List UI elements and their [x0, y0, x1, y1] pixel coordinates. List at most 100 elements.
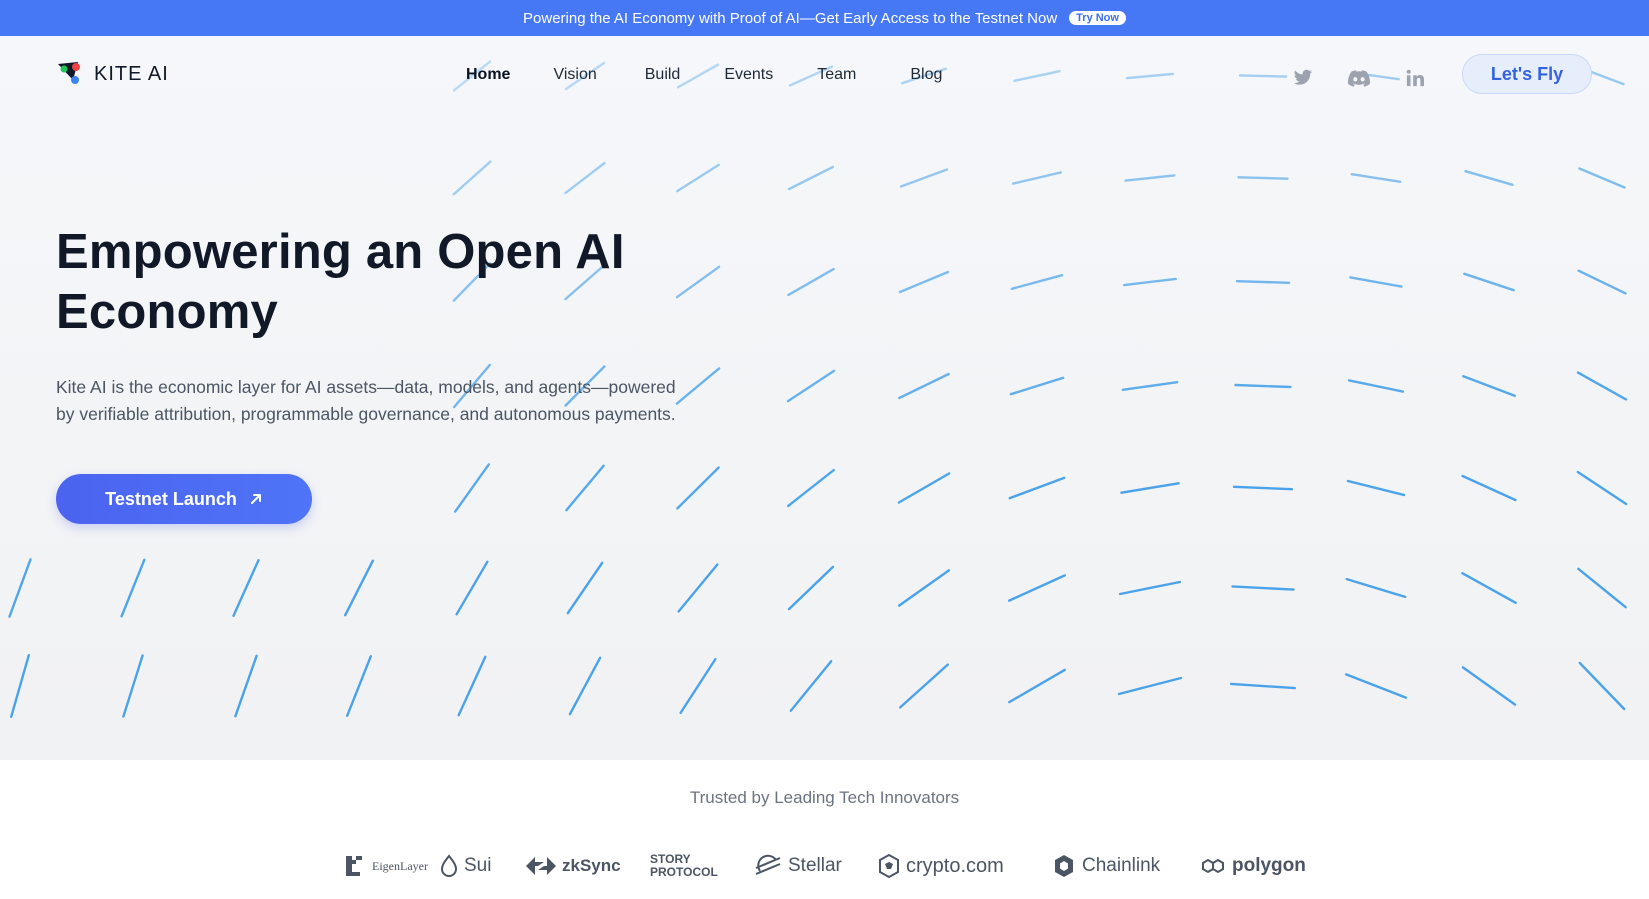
trusted-heading: Trusted by Leading Tech Innovators: [689, 788, 960, 807]
streak-line: [1232, 485, 1294, 491]
logo[interactable]: KITE AI: [56, 60, 169, 88]
social-links: [1288, 63, 1430, 93]
try-now-badge[interactable]: Try Now: [1069, 11, 1126, 25]
partner-polygon-name: polygon: [1232, 855, 1306, 876]
eigenlayer-logo: [346, 856, 362, 876]
streak-line: [1008, 476, 1066, 500]
twitter-icon[interactable]: [1288, 63, 1318, 93]
streak-line: [1461, 474, 1517, 502]
linkedin-icon[interactable]: [1400, 63, 1430, 93]
crypto-com-logo: [879, 854, 899, 878]
streak-line: [1578, 167, 1626, 189]
partner-sui-name: Sui: [464, 855, 492, 876]
streak-line: [789, 660, 833, 712]
streak-line: [457, 655, 487, 717]
testnet-launch-button[interactable]: Testnet Launch: [56, 474, 312, 524]
kite-logo-icon: [58, 62, 80, 84]
nav-events[interactable]: Events: [724, 66, 773, 84]
streak-line: [454, 463, 490, 513]
streak-line: [564, 161, 606, 195]
streak-line: [566, 561, 604, 615]
streak-line: [565, 464, 605, 512]
streak-line: [1237, 176, 1289, 180]
streak-line: [1124, 174, 1176, 182]
streak-line: [1462, 375, 1516, 397]
streak-line: [122, 654, 144, 718]
streak-line: [1235, 279, 1291, 285]
streak-line: [1008, 668, 1066, 704]
streak-line: [787, 565, 835, 611]
streak-line: [234, 654, 258, 718]
streak-line: [1012, 171, 1063, 185]
streak-line: [676, 163, 720, 193]
stellar-logo: [755, 854, 781, 875]
streak-line: [346, 655, 372, 717]
streak-line: [679, 657, 717, 715]
partner-crypto-com[interactable]: crypto.com: [878, 848, 1004, 884]
partner-chainlink[interactable]: Chainlink: [1052, 848, 1160, 884]
hero-title-line-2: Economy: [56, 285, 278, 339]
streak-line: [787, 267, 835, 297]
partner-logos: EigenLayer Sui zkSync STORY PROTOCOL Ste…: [344, 848, 1306, 884]
nav-vision[interactable]: Vision: [553, 66, 596, 84]
streak-line: [1461, 666, 1517, 706]
streak-line: [344, 559, 374, 617]
streak-line: [1461, 572, 1517, 604]
partner-stellar[interactable]: Stellar: [754, 848, 842, 884]
logo-text: KITE AI: [94, 62, 169, 85]
partner-story-protocol-name: STORY PROTOCOL: [650, 852, 718, 879]
streak-line: [786, 369, 836, 403]
hero-title: Empowering an Open AI Economy: [56, 222, 756, 342]
partner-eigenlayer[interactable]: EigenLayer: [344, 848, 428, 884]
streak-line: [120, 558, 146, 618]
streak-line: [1010, 273, 1064, 291]
polygon-logo: [1202, 858, 1224, 874]
nav-build[interactable]: Build: [645, 66, 681, 84]
streak-line: [8, 558, 32, 618]
partner-chainlink-name: Chainlink: [1082, 855, 1161, 876]
sui-logo: [440, 854, 458, 877]
streak-line: [1118, 580, 1182, 596]
hero-title-line-1: Empowering an Open AI: [56, 225, 625, 279]
streak-line: [455, 560, 489, 616]
partner-crypto-com-name: crypto.com: [906, 854, 1004, 877]
streak-line: [9, 654, 30, 718]
streak-line: [1344, 673, 1408, 699]
streak-line: [452, 160, 492, 196]
nav-team[interactable]: Team: [817, 66, 856, 84]
streak-line: [1350, 172, 1402, 184]
main-nav: Home Vision Build Events Team Blog: [466, 66, 942, 84]
hero-description-line-1: Kite AI is the economic layer for AI ass…: [56, 377, 676, 397]
streak-line: [787, 468, 835, 508]
streak-line: [1345, 577, 1407, 599]
hero-description-line-2: by verifiable attribution, programmable …: [56, 404, 676, 424]
arrow-up-right-icon: [250, 494, 261, 504]
streak-line: [677, 563, 719, 613]
hero-description: Kite AI is the economic layer for AI ass…: [56, 374, 756, 428]
streak-line: [787, 165, 835, 191]
streak-line: [1120, 482, 1180, 494]
nav-blog[interactable]: Blog: [910, 66, 942, 84]
streak-line: [1231, 585, 1295, 591]
streak-line: [1009, 376, 1065, 396]
announcement-bar: Powering the AI Economy with Proof of AI…: [0, 0, 1649, 36]
streak-line: [899, 168, 949, 188]
streak-line: [1008, 574, 1067, 602]
partner-polygon[interactable]: polygon: [1200, 848, 1306, 884]
partner-zksync[interactable]: zkSync: [526, 848, 621, 884]
site-header: KITE AI Home Vision Build Events Team Bl…: [0, 36, 1649, 114]
partner-story-protocol[interactable]: STORY PROTOCOL: [650, 848, 730, 884]
streak-line: [1347, 379, 1405, 393]
chainlink-logo: [1055, 855, 1073, 877]
discord-icon[interactable]: [1344, 63, 1374, 93]
announcement-text[interactable]: Powering the AI Economy with Proof of AI…: [523, 10, 1057, 27]
streak-line: [1121, 381, 1179, 391]
lets-fly-button[interactable]: Let's Fly: [1462, 54, 1592, 94]
nav-home[interactable]: Home: [466, 66, 510, 84]
streak-line: [898, 270, 950, 294]
streak-line: [897, 569, 951, 607]
streak-line: [1463, 272, 1515, 292]
streak-line: [1122, 277, 1178, 287]
partner-sui[interactable]: Sui: [440, 848, 491, 884]
streak-line: [1576, 470, 1628, 506]
